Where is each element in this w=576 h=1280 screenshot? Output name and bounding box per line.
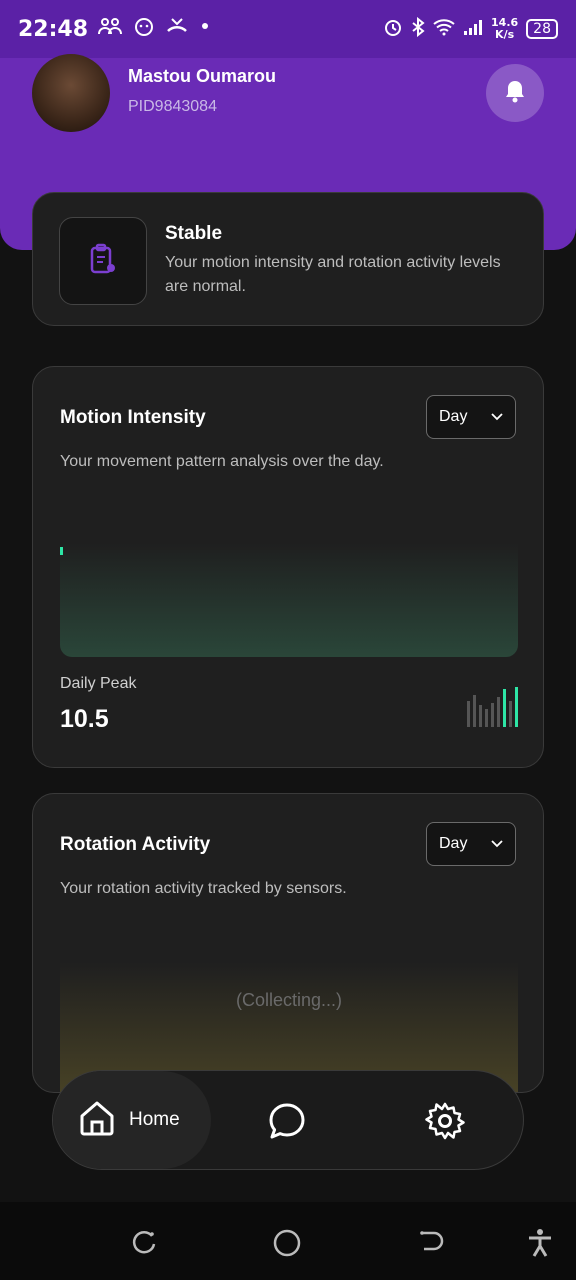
bars-icon: [465, 685, 521, 729]
clipboard-icon: [88, 243, 118, 280]
status-time: 22:48: [18, 16, 89, 42]
status-title: Stable: [165, 223, 223, 244]
nav-chat[interactable]: [267, 1101, 307, 1146]
bluetooth-icon: [411, 16, 425, 41]
status-card: Stable Your motion intensity and rotatio…: [32, 192, 544, 326]
chevron-down-icon: [491, 408, 503, 426]
bottom-nav: Home: [52, 1070, 524, 1170]
motion-subtitle: Your movement pattern analysis over the …: [60, 453, 384, 470]
alarm-icon: [383, 17, 403, 41]
group-icon: [98, 17, 123, 42]
nav-settings[interactable]: [425, 1101, 465, 1146]
rotation-period-dropdown[interactable]: Day: [426, 822, 516, 866]
peak-label: Daily Peak: [60, 675, 137, 692]
chat-icon: [267, 1103, 307, 1145]
user-pid: PID9843084: [128, 98, 217, 115]
rotation-subtitle: Your rotation activity tracked by sensor…: [60, 880, 347, 897]
avatar[interactable]: [32, 54, 110, 132]
face-icon: [134, 17, 154, 42]
nav-home[interactable]: Home: [53, 1071, 211, 1169]
motion-intensity-card: Motion Intensity Day Your movement patte…: [32, 366, 544, 768]
peak-value: 10.5: [60, 705, 109, 733]
notification-dot-icon: [200, 17, 210, 42]
status-bar: 22:48 14.6 K/s 28: [0, 0, 576, 58]
notifications-button[interactable]: [486, 64, 544, 122]
motion-title: Motion Intensity: [60, 407, 206, 428]
rotation-period-value: Day: [439, 835, 468, 852]
rotation-activity-card: Rotation Activity Day Your rotation acti…: [32, 793, 544, 1093]
motion-period-dropdown[interactable]: Day: [426, 395, 516, 439]
back-icon[interactable]: [418, 1228, 446, 1261]
user-name: Mastou Oumarou: [128, 66, 277, 86]
motion-period-value: Day: [439, 408, 468, 425]
system-nav-bar: [0, 1202, 576, 1280]
wifi-icon: [433, 18, 455, 40]
status-description: Your motion intensity and rotation activ…: [165, 254, 501, 295]
home-button-icon[interactable]: [272, 1228, 302, 1263]
accessibility-icon[interactable]: [526, 1228, 554, 1263]
home-icon: [77, 1098, 117, 1143]
chevron-down-icon: [491, 835, 503, 853]
nav-home-label: Home: [129, 1109, 180, 1130]
missed-call-icon: [166, 17, 188, 42]
battery-indicator: 28: [526, 19, 558, 39]
bell-icon: [504, 79, 526, 108]
recent-apps-icon[interactable]: [130, 1228, 158, 1261]
rotation-title: Rotation Activity: [60, 834, 211, 855]
signal-icon: [463, 18, 483, 40]
chart-marker: [60, 547, 63, 555]
network-speed: 14.6 K/s: [491, 16, 519, 41]
status-icon-box: [59, 217, 147, 305]
settings-icon: [425, 1102, 465, 1145]
motion-chart: [60, 543, 518, 657]
